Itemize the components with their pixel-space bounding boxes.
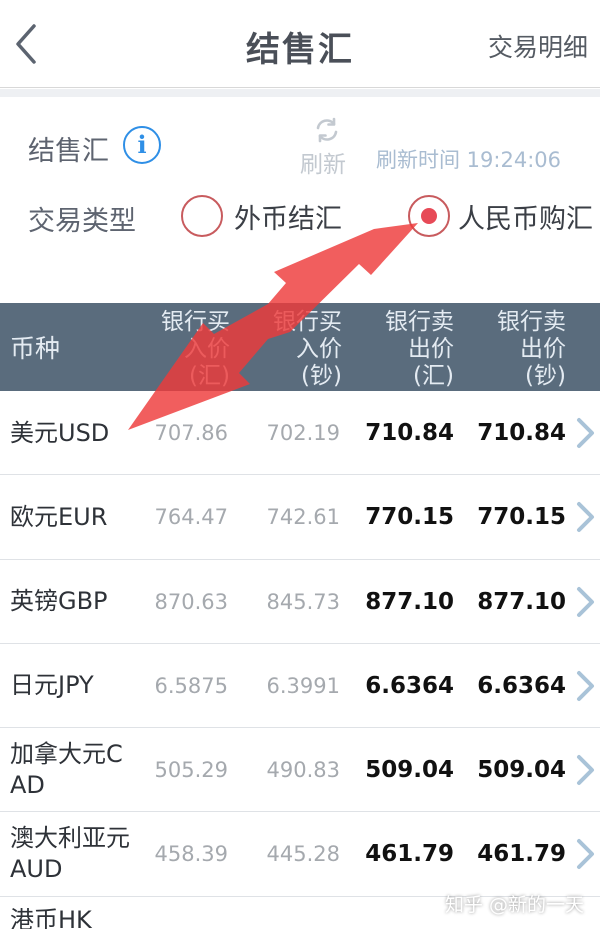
bank-buy-cash-rate: 702.19 — [266, 421, 340, 445]
header-line: 出价 — [520, 336, 566, 362]
bank-buy-cash-rate: 490.83 — [266, 758, 340, 783]
currency-name: 加拿大元CAD — [10, 740, 123, 800]
header-line: (汇) — [413, 363, 454, 389]
radio-label-rmb-purchase[interactable]: 人民币购汇 — [458, 197, 593, 236]
header-line: 银行买 — [161, 309, 230, 335]
rates-table-header: 币种 银行买 入价 (汇) 银行买 入价 (钞) 银行卖 出价 (汇) 银行卖 … — [0, 303, 600, 391]
transaction-type-label: 交易类型 — [28, 206, 136, 237]
header-bank-sell-fx: 银行卖 出价 (汇) — [354, 309, 454, 390]
table-row[interactable]: 美元USD 707.86 702.19 710.84 710.84 — [0, 391, 600, 476]
header-line: (汇) — [189, 363, 230, 389]
currency-name: 日元JPY — [10, 671, 94, 700]
currency-name: 港币HK — [10, 905, 92, 929]
bank-sell-fx-rate: 770.15 — [365, 504, 454, 531]
bank-buy-fx-rate: 707.86 — [154, 421, 228, 445]
bank-sell-fx-rate: 877.10 — [365, 588, 454, 615]
chevron-right-icon — [577, 670, 594, 701]
watermark: 知乎 @新的一天 — [444, 894, 584, 916]
info-icon[interactable]: i — [123, 126, 161, 164]
bank-sell-fx-rate: 461.79 — [365, 841, 454, 868]
header-currency: 币种 — [10, 334, 61, 363]
radio-foreign-to-rmb[interactable] — [181, 195, 223, 237]
currency-name: 澳大利亚元AUD — [10, 824, 130, 884]
header-bank-sell-cash: 银行卖 出价 (钞) — [466, 309, 566, 390]
bank-sell-cash-rate: 509.04 — [477, 757, 566, 784]
chevron-right-icon — [577, 418, 594, 448]
radio-selected-dot — [421, 208, 437, 224]
chevron-right-icon — [577, 502, 594, 533]
bank-sell-cash-rate: 6.6364 — [477, 672, 566, 699]
refresh-time: 刷新时间 19:24:06 — [376, 148, 561, 172]
radio-rmb-purchase[interactable] — [408, 195, 450, 237]
header-bank-buy-fx: 银行买 入价 (汇) — [130, 309, 230, 390]
header-bank-buy-cash: 银行买 入价 (钞) — [242, 309, 342, 390]
fx-label: 结售汇 — [28, 136, 109, 167]
bank-sell-cash-rate: 770.15 — [477, 504, 566, 531]
chevron-right-icon — [577, 839, 594, 870]
table-row[interactable]: 澳大利亚元AUD 458.39 445.28 461.79 461.79 — [0, 812, 600, 897]
bank-buy-cash-rate: 742.61 — [266, 505, 340, 530]
refresh-icon — [316, 117, 338, 143]
bank-buy-cash-rate: 845.73 — [266, 589, 340, 614]
header-line: 入价 — [296, 336, 342, 362]
radio-label-foreign-to-rmb[interactable]: 外币结汇 — [234, 197, 342, 236]
header-line: 银行卖 — [497, 309, 566, 335]
chevron-right-icon — [577, 755, 594, 786]
table-row[interactable]: 加拿大元CAD 505.29 490.83 509.04 509.04 — [0, 728, 600, 813]
table-row[interactable]: 英镑GBP 870.63 845.73 877.10 877.10 — [0, 559, 600, 644]
chevron-right-icon — [577, 586, 594, 617]
bank-sell-cash-rate: 710.84 — [477, 420, 566, 446]
header-line: 入价 — [184, 336, 230, 362]
bank-sell-cash-rate: 877.10 — [477, 588, 566, 615]
transaction-details-link[interactable]: 交易明细 — [488, 28, 588, 64]
info-section: 结售汇 i 刷新 刷新时间 19:24:06 交易类型 外币结汇 人民币购汇 — [0, 97, 600, 303]
bank-sell-fx-rate: 509.04 — [365, 757, 454, 784]
section-divider — [0, 89, 600, 97]
bank-sell-fx-rate: 6.6364 — [365, 672, 454, 699]
bank-buy-fx-rate: 505.29 — [154, 758, 228, 783]
bank-buy-cash-rate: 445.28 — [266, 842, 340, 867]
bank-sell-fx-rate: 710.84 — [365, 420, 454, 446]
refresh-label: 刷新 — [300, 152, 346, 178]
currency-name: 欧元EUR — [10, 502, 108, 531]
bank-buy-fx-rate: 6.5875 — [154, 673, 228, 698]
table-row[interactable]: 日元JPY 6.5875 6.3991 6.6364 6.6364 — [0, 643, 600, 729]
header-line: (钞) — [525, 363, 566, 389]
header-line: (钞) — [301, 363, 342, 389]
currency-name: 美元USD — [10, 418, 110, 447]
refresh-button[interactable]: 刷新 — [298, 117, 354, 179]
nav-bar: 结售汇 交易明细 — [0, 0, 600, 88]
bank-buy-fx-rate: 764.47 — [154, 505, 228, 530]
bank-buy-fx-rate: 458.39 — [154, 842, 228, 867]
currency-name: 英镑GBP — [10, 587, 108, 616]
bank-buy-cash-rate: 6.3991 — [266, 673, 340, 698]
rates-table-body: 美元USD 707.86 702.19 710.84 710.84 欧元EUR … — [0, 391, 600, 929]
header-line: 银行卖 — [385, 309, 454, 335]
header-line: 银行买 — [273, 309, 342, 335]
bank-sell-cash-rate: 461.79 — [477, 841, 566, 868]
header-line: 出价 — [408, 336, 454, 362]
bank-buy-fx-rate: 870.63 — [154, 589, 228, 614]
table-row[interactable]: 欧元EUR 764.47 742.61 770.15 770.15 — [0, 475, 600, 560]
